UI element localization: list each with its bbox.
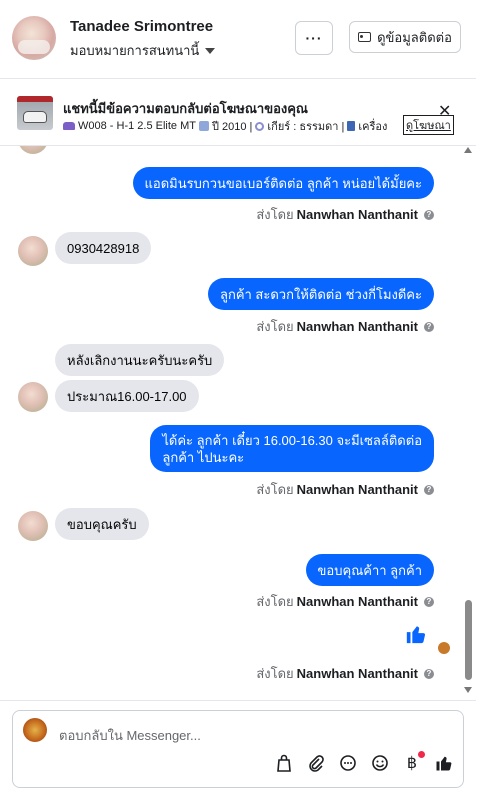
emoji-icon[interactable]	[371, 753, 389, 773]
gear-icon	[255, 121, 265, 131]
sent-by-label: ส่งโดย Nanwhan Nanthanit ?	[256, 591, 434, 612]
ad-details: W008 - H-1 2.5 Elite MT ปี 2010 | เกียร์…	[63, 117, 398, 135]
info-icon[interactable]: ?	[424, 484, 434, 495]
calendar-icon	[198, 121, 209, 131]
message-bubble-outgoing[interactable]: ลูกค้า สะดวกให้ติดต่อ ช่วงกี่โมงดีคะ	[207, 278, 434, 310]
ad-year: ปี 2010 |	[211, 121, 253, 133]
info-icon[interactable]: ?	[424, 321, 434, 332]
baht-icon[interactable]: ฿	[403, 751, 425, 773]
thumbs-up-icon[interactable]	[435, 753, 453, 773]
customer-avatar-small	[18, 382, 48, 412]
message-bubble-incoming[interactable]: 0930428918	[55, 232, 152, 264]
message-bubble-outgoing[interactable]: แอดมินรบกวนขอเบอร์ติดต่อ ลูกค้า หน่อยได้…	[132, 167, 434, 199]
ad-code: W008 - H-1 2.5 Elite MT	[78, 120, 196, 132]
customer-avatar-small	[18, 236, 48, 266]
info-icon[interactable]: ?	[424, 668, 434, 679]
info-icon[interactable]: ?	[424, 596, 434, 607]
conversation-header: Tanadee Srimontree มอบหมายการสนทนานี้ ··…	[0, 0, 476, 79]
shopping-bag-icon[interactable]	[275, 753, 293, 773]
notification-dot	[418, 751, 425, 758]
customer-name[interactable]: Tanadee Srimontree	[70, 18, 213, 35]
message-bubble-incoming[interactable]: หลังเลิกงานนะครับนะครับ	[55, 344, 225, 376]
sent-by-name: Nanwhan Nanthanit	[296, 207, 418, 222]
ad-reply-banner: แชทนี้มีข้อความตอบกลับต่อโฆษณาของคุณ W00…	[0, 79, 476, 146]
message-bubble-incoming[interactable]: ขอบคุณครับ	[55, 508, 149, 540]
assign-label: มอบหมายการสนทนานี้	[70, 43, 200, 58]
sent-by-prefix: ส่งโดย	[256, 207, 294, 222]
ad-thumbnail[interactable]	[17, 96, 53, 130]
sent-by-name: Nanwhan Nanthanit	[296, 666, 418, 681]
contact-card-icon	[358, 32, 372, 42]
sent-by-name: Nanwhan Nanthanit	[296, 594, 418, 609]
thumbs-up-icon[interactable]	[405, 623, 427, 645]
info-icon[interactable]: ?	[424, 209, 434, 220]
caret-down-icon	[205, 47, 216, 54]
sent-by-name: Nanwhan Nanthanit	[296, 482, 418, 497]
sent-by-name: Nanwhan Nanthanit	[296, 319, 418, 334]
message-bubble-outgoing[interactable]: ได้ค่ะ ลูกค้า เดี๋ยว 16.00-16.30 จะมีเซล…	[150, 425, 434, 472]
sent-by-label: ส่งโดย Nanwhan Nanthanit ?	[256, 316, 434, 337]
message-line: ลูกค้า ไปนะคะ	[162, 449, 245, 465]
customer-avatar-small	[18, 146, 48, 154]
sent-by-prefix: ส่งโดย	[256, 482, 294, 497]
sent-by-prefix: ส่งโดย	[256, 594, 294, 609]
view-contact-label: ดูข้อมูลติดต่อ	[377, 29, 452, 45]
composer-toolbar: ฿	[275, 751, 453, 773]
sent-by-label: ส่งโดย Nanwhan Nanthanit ?	[256, 204, 434, 225]
close-banner-icon[interactable]: ✕	[438, 104, 451, 120]
ad-banner-title: แชทนี้มีข้อความตอบกลับต่อโฆษณาของคุณ	[63, 101, 308, 116]
scroll-up-arrow[interactable]	[464, 147, 472, 153]
sent-by-label: ส่งโดย Nanwhan Nanthanit ?	[256, 479, 434, 500]
view-contact-button[interactable]: ดูข้อมูลติดต่อ	[349, 21, 461, 53]
message-thread[interactable]: แอดมินรบกวนขอเบอร์ติดต่อ ลูกค้า หน่อยได้…	[0, 146, 476, 706]
engine-icon	[347, 121, 356, 131]
sent-by-label: ส่งโดย Nanwhan Nanthanit ?	[256, 663, 434, 684]
paperclip-icon[interactable]	[307, 753, 325, 773]
reply-input-box[interactable]: ตอบกลับใน Messenger... ฿	[12, 710, 464, 788]
sent-by-prefix: ส่งโดย	[256, 319, 294, 334]
more-options-button[interactable]: ···	[295, 21, 333, 55]
ad-engine: เครื่อง	[358, 121, 388, 133]
read-receipt-avatar	[438, 642, 450, 654]
scroll-down-arrow[interactable]	[464, 687, 472, 693]
customer-avatar[interactable]	[12, 16, 56, 60]
message-line: ได้ค่ะ ลูกค้า เดี๋ยว 16.00-16.30 จะมีเซล…	[162, 432, 422, 448]
ad-gear: เกียร์ : ธรรมดา |	[267, 121, 345, 133]
message-composer: ตอบกลับใน Messenger... ฿	[0, 700, 476, 797]
reply-input-placeholder[interactable]: ตอบกลับใน Messenger...	[59, 725, 201, 746]
message-bubble-incoming[interactable]: ประมาณ16.00-17.00	[55, 380, 199, 412]
chat-bubble-icon[interactable]	[339, 753, 357, 773]
assign-conversation-dropdown[interactable]: มอบหมายการสนทนานี้	[70, 40, 216, 61]
sent-by-prefix: ส่งโดย	[256, 666, 294, 681]
message-bubble-outgoing[interactable]: ขอบคุณค้าา ลูกค้า	[305, 554, 434, 586]
page-avatar	[23, 718, 47, 742]
scrollbar-thumb[interactable]	[465, 600, 472, 680]
car-icon	[63, 122, 75, 130]
customer-avatar-small	[18, 511, 48, 541]
baht-symbol: ฿	[406, 755, 418, 772]
